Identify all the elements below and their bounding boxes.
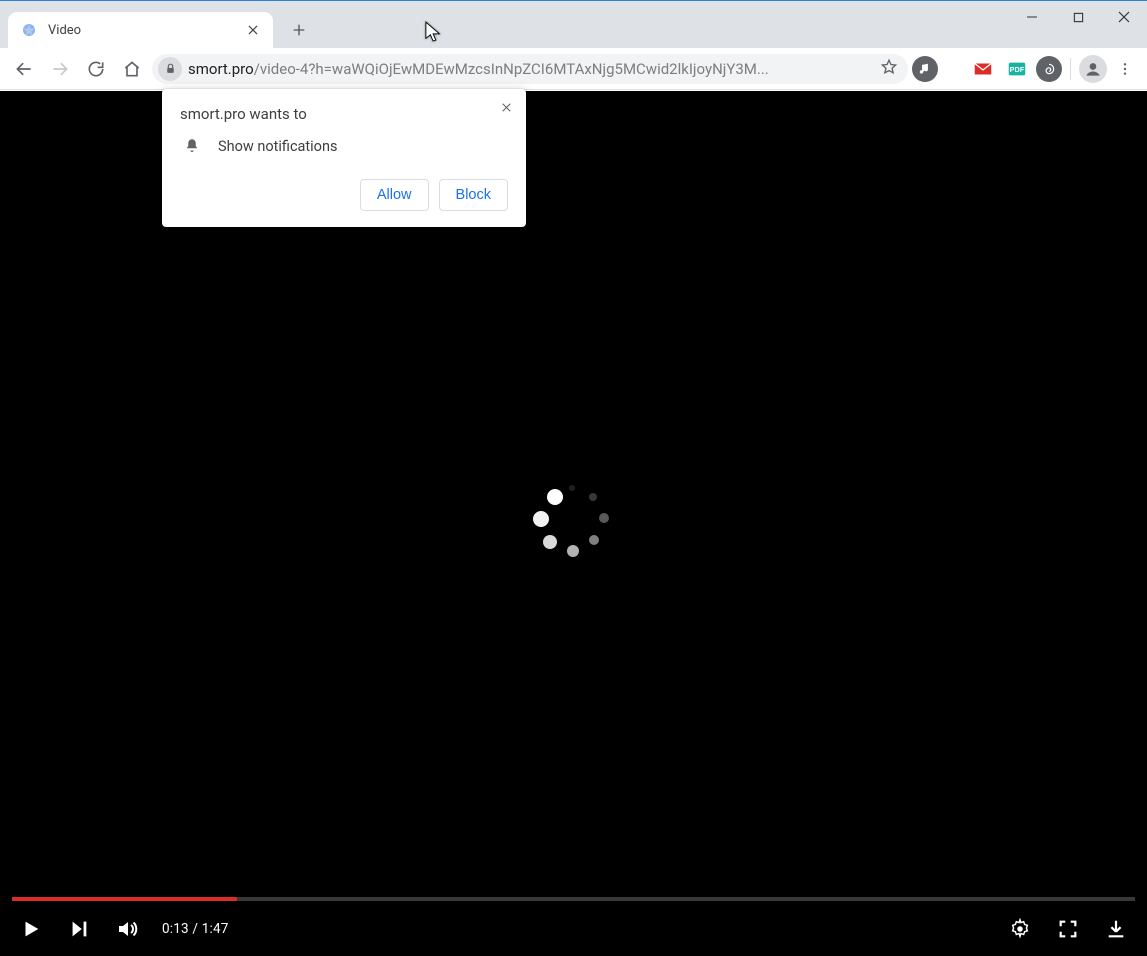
close-tab-icon[interactable] — [245, 22, 261, 38]
total-duration: 1:47 — [202, 921, 229, 937]
browser-tab[interactable]: Video — [8, 12, 273, 48]
dialog-title: smort.pro wants to — [180, 105, 508, 123]
permission-label: Show notifications — [218, 138, 337, 155]
tab-strip: Video — [0, 1, 1147, 48]
dialog-close-icon[interactable] — [496, 97, 516, 117]
current-time: 0:13 — [162, 921, 189, 937]
close-window-button[interactable] — [1101, 1, 1147, 33]
time-display: 0:13 / 1:47 — [162, 921, 229, 937]
toolbar-separator — [1070, 58, 1071, 80]
permission-item: Show notifications — [182, 137, 508, 155]
svg-text:PDF: PDF — [1010, 64, 1025, 73]
maximize-button[interactable] — [1055, 1, 1101, 33]
play-button[interactable] — [18, 916, 44, 942]
lock-icon[interactable] — [158, 57, 182, 81]
download-button[interactable] — [1103, 916, 1129, 942]
player-controls: 0:13 / 1:47 — [0, 901, 1147, 956]
browser-menu-icon[interactable] — [1111, 53, 1139, 85]
back-button[interactable] — [8, 53, 40, 85]
allow-button[interactable]: Allow — [360, 179, 429, 211]
url-text: smort.pro/video-4?h=waWQiOjEwMDEwMzcsInN… — [188, 60, 874, 78]
tab-favicon — [20, 21, 38, 39]
notification-permission-dialog: smort.pro wants to Show notifications Al… — [162, 89, 526, 227]
extension-pdf-icon[interactable]: PDF — [1002, 54, 1032, 84]
home-button[interactable] — [116, 53, 148, 85]
tab-title: Video — [48, 23, 235, 38]
mouse-cursor — [425, 21, 443, 47]
window-controls — [1009, 1, 1147, 33]
new-tab-button[interactable] — [285, 16, 313, 44]
fullscreen-button[interactable] — [1055, 916, 1081, 942]
loading-spinner — [531, 481, 617, 567]
volume-button[interactable] — [114, 916, 140, 942]
reload-button[interactable] — [80, 53, 112, 85]
browser-toolbar: smort.pro/video-4?h=waWQiOjEwMDEwMzcsInN… — [0, 48, 1147, 90]
extension-swirl-icon[interactable] — [1036, 56, 1062, 82]
url-host: smort.pro — [188, 60, 254, 78]
bookmark-star-icon[interactable] — [880, 58, 898, 80]
extension-mail-icon[interactable] — [968, 54, 998, 84]
forward-button[interactable] — [44, 53, 76, 85]
settings-button[interactable] — [1007, 916, 1033, 942]
address-bar[interactable]: smort.pro/video-4?h=waWQiOjEwMDEwMzcsInN… — [152, 54, 908, 84]
profile-avatar[interactable] — [1079, 55, 1107, 83]
block-button[interactable]: Block — [439, 179, 508, 211]
minimize-button[interactable] — [1009, 1, 1055, 33]
extension-music-icon[interactable] — [912, 56, 938, 82]
url-path: /video-4?h=waWQiOjEwMDEwMzcsInNpZCI6MTAx… — [254, 60, 769, 78]
next-button[interactable] — [66, 916, 92, 942]
bell-icon — [182, 137, 202, 155]
